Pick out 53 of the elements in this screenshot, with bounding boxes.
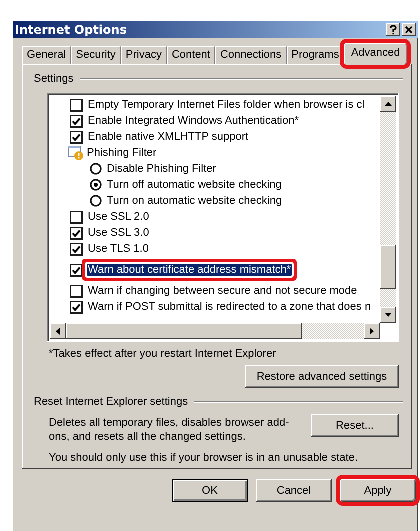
reset-button[interactable]: Reset...: [311, 414, 399, 437]
tab[interactable]: General: [22, 46, 72, 64]
scroll-thumb[interactable]: [66, 323, 302, 339]
horizontal-scrollbar[interactable]: [50, 323, 380, 339]
radio-button[interactable]: [90, 195, 102, 207]
tab[interactable]: Security: [71, 46, 121, 64]
checkbox[interactable]: [70, 264, 83, 276]
setting-label[interactable]: Enable Integrated Windows Authentication*: [87, 115, 300, 127]
checkbox[interactable]: [70, 114, 83, 128]
restore-button[interactable]: Restore advanced settings: [245, 365, 399, 388]
setting-label[interactable]: Empty Temporary Internet Files folder when browser is cl: [87, 99, 366, 111]
setting-label[interactable]: Warn if changing between secure and not secure mode: [87, 285, 358, 297]
down-arrow-icon: [384, 313, 392, 317]
help-button[interactable]: [386, 23, 400, 36]
window-title: Internet Options: [15, 22, 127, 36]
close-button[interactable]: [402, 23, 416, 36]
group-title: Reset Internet Explorer settings: [34, 396, 188, 408]
checkbox[interactable]: [70, 242, 83, 256]
checkbox[interactable]: [70, 226, 83, 240]
tab[interactable]: Content: [166, 46, 216, 64]
checkbox[interactable]: [70, 284, 83, 298]
restart-note: *Takes effect after you restart Internet Explorer: [49, 348, 278, 360]
tab[interactable]: Privacy: [120, 46, 167, 64]
reset-description: Deletes all temporary files, disables browser add-ons, and resets all the changed settings.: [49, 416, 290, 444]
help-icon: [390, 24, 396, 34]
right-arrow-icon: [370, 328, 374, 334]
checkbox[interactable]: [70, 300, 83, 314]
group-title: Settings: [34, 73, 74, 85]
left-arrow-icon: [56, 328, 60, 334]
checkbox[interactable]: [70, 210, 83, 224]
checkbox[interactable]: [70, 98, 83, 112]
vertical-scrollbar[interactable]: [380, 96, 396, 323]
setting-label[interactable]: Use SSL 3.0: [87, 227, 150, 239]
close-icon: [405, 26, 413, 34]
setting-label[interactable]: Warn if POST submittal is redirected to a zone that does n: [87, 301, 372, 313]
tab[interactable]: Connections: [215, 46, 287, 64]
setting-label[interactable]: Warn about certificate address mismatch*: [87, 264, 292, 276]
dialog-button[interactable]: Cancel: [256, 479, 332, 502]
scroll-thumb[interactable]: [380, 245, 396, 289]
checkbox[interactable]: [70, 130, 83, 144]
up-arrow-icon: [384, 102, 392, 106]
reset-warning: You should only use this if your browser is in an unusable state.: [49, 452, 359, 464]
setting-label[interactable]: Enable native XMLHTTP support: [87, 131, 250, 143]
setting-label[interactable]: Disable Phishing Filter: [106, 163, 218, 175]
setting-label[interactable]: Turn off automatic website checking: [106, 179, 283, 191]
setting-label[interactable]: Use TLS 1.0: [87, 243, 150, 255]
setting-group-label: Phishing Filter: [86, 147, 158, 159]
dialog-button[interactable]: OK: [172, 479, 248, 502]
setting-label[interactable]: Turn on automatic website checking: [106, 195, 284, 207]
radio-button[interactable]: [90, 179, 102, 191]
setting-label[interactable]: Use SSL 2.0: [87, 211, 150, 223]
radio-button[interactable]: [90, 163, 102, 175]
window-warning-icon: [68, 146, 84, 160]
